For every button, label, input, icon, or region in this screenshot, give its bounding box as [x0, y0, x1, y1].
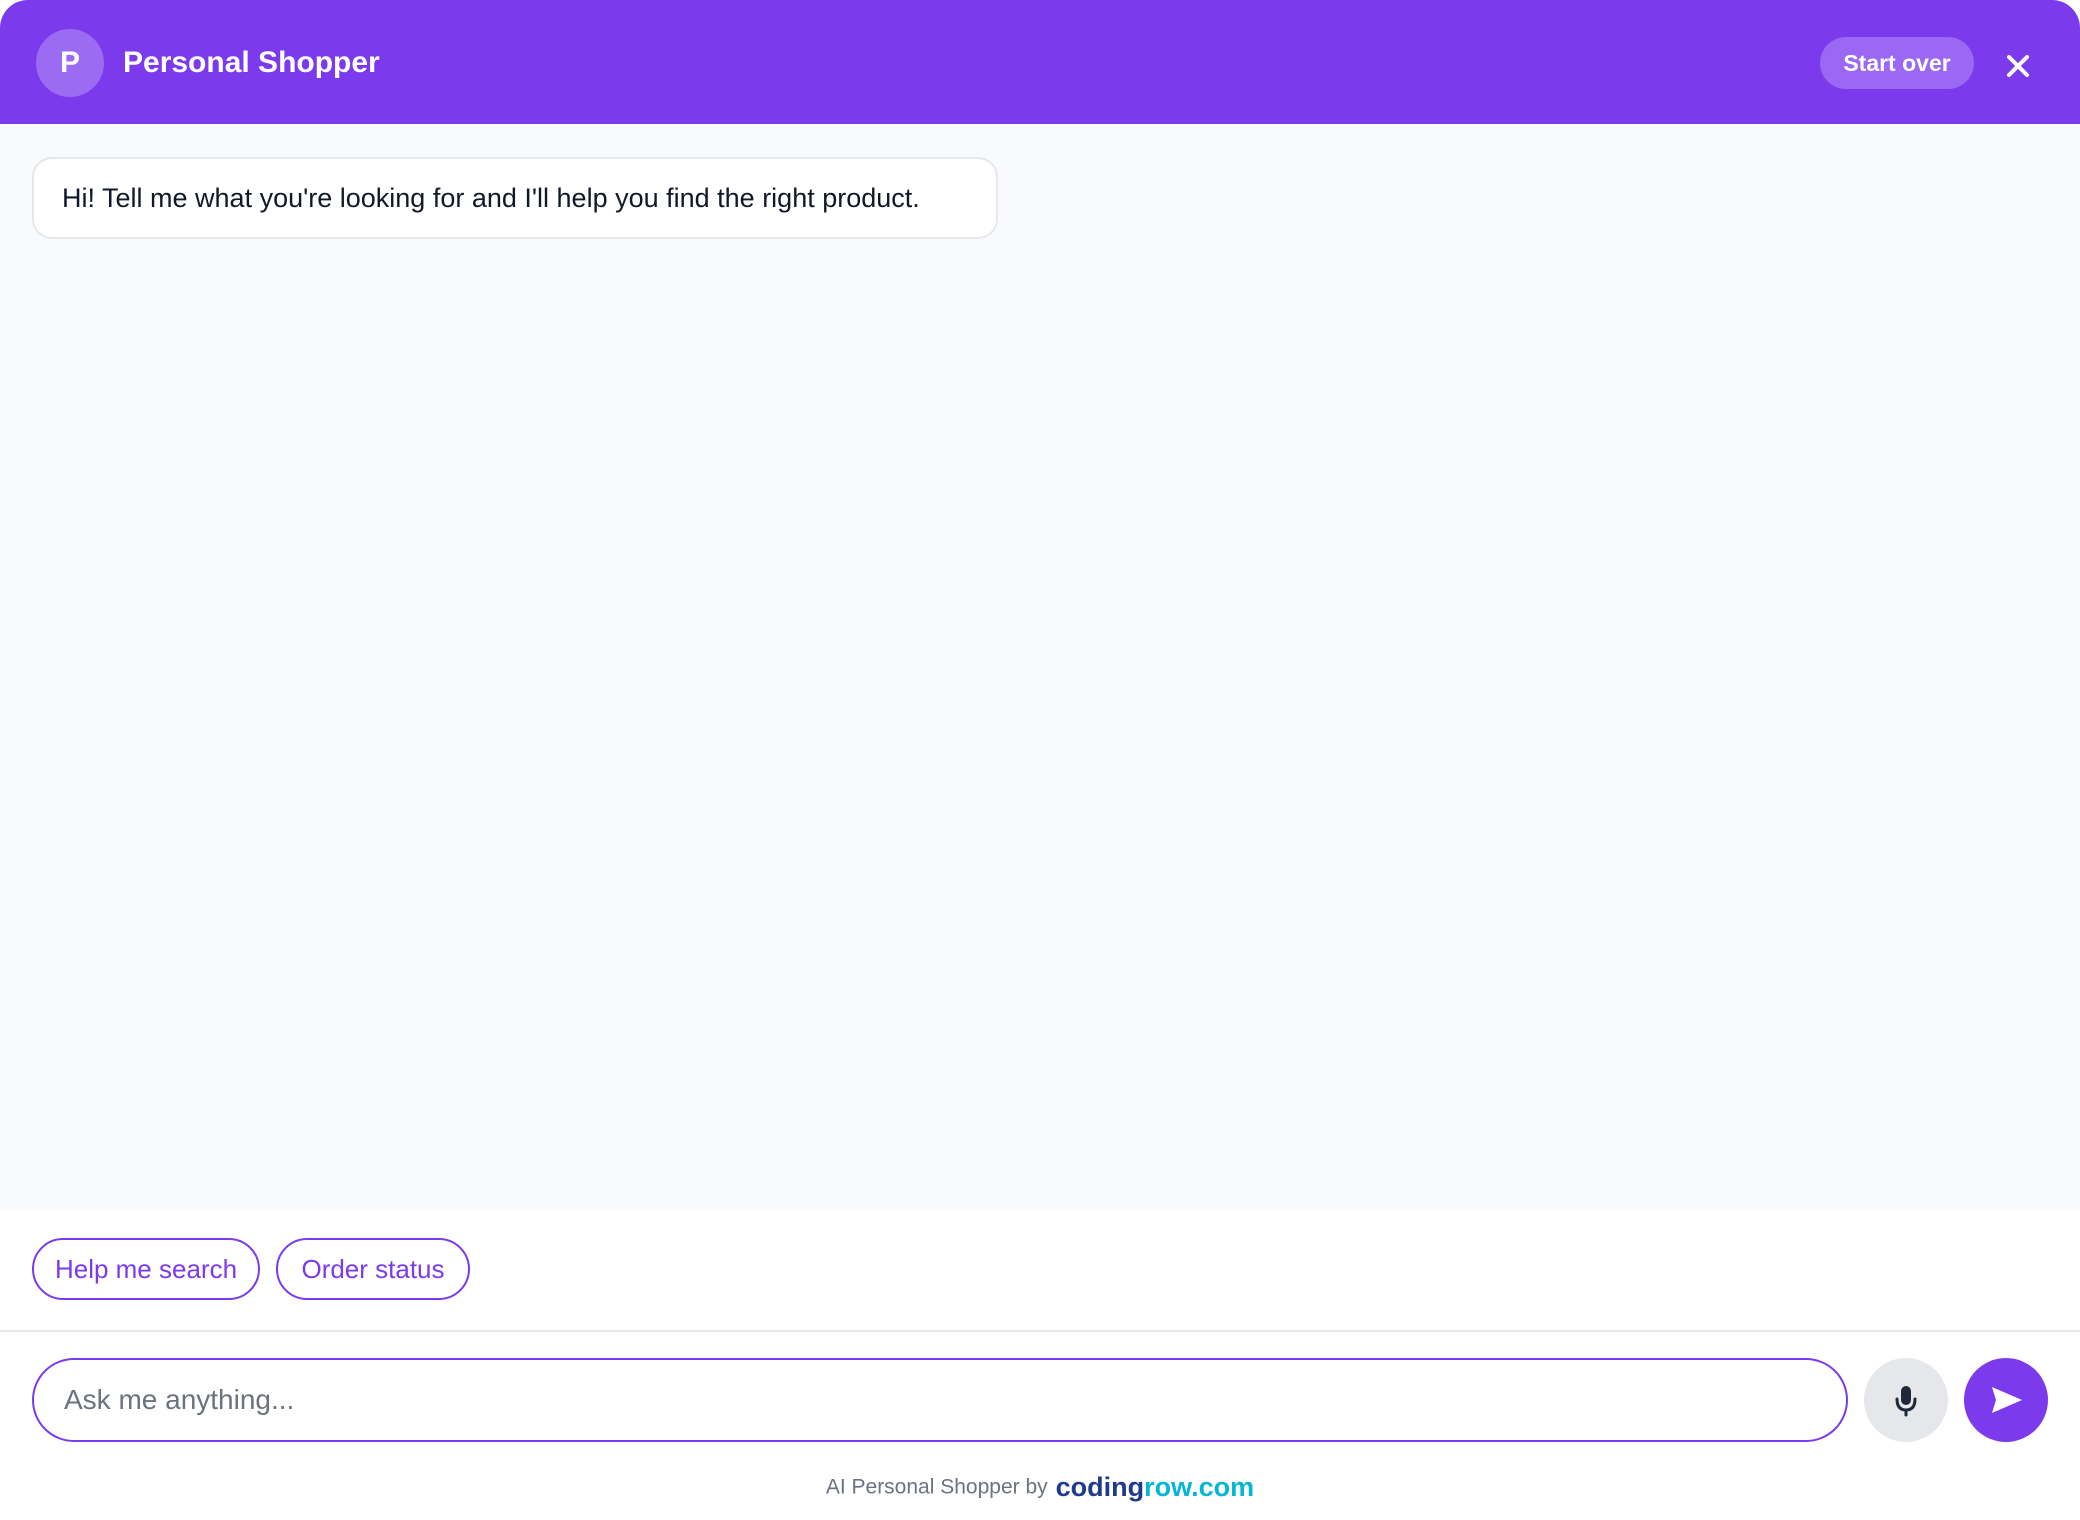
send-button[interactable] [1964, 1358, 2048, 1442]
quick-reply-order-status[interactable]: Order status [276, 1238, 470, 1300]
close-icon [2007, 55, 2029, 77]
message-input[interactable] [32, 1358, 1848, 1442]
quick-reply-help-me-search[interactable]: Help me search [32, 1238, 260, 1300]
footer: AI Personal Shopper by codingrow.com [0, 1472, 2080, 1503]
chat-header: P Personal Shopper Start over [0, 0, 2080, 124]
send-icon [1992, 1387, 2022, 1413]
composer: AI Personal Shopper by codingrow.com [0, 1332, 2080, 1520]
brand-logo-part2: row.com [1144, 1472, 1255, 1502]
start-over-button[interactable]: Start over [1820, 37, 1974, 89]
microphone-icon [1895, 1386, 1917, 1417]
microphone-button[interactable] [1864, 1358, 1948, 1442]
assistant-message: Hi! Tell me what you're looking for and … [32, 157, 998, 239]
brand-logo[interactable]: codingrow.com [1056, 1472, 1255, 1502]
chat-window: P Personal Shopper Start over Hi! Tell m… [0, 0, 2080, 1520]
chat-title: Personal Shopper [123, 46, 380, 79]
message-list: Hi! Tell me what you're looking for and … [0, 124, 2080, 1210]
avatar: P [36, 29, 104, 97]
footer-text: AI Personal Shopper by [825, 1475, 1048, 1499]
quick-replies: Help me search Order status [0, 1210, 2080, 1332]
close-button[interactable] [2000, 48, 2036, 84]
brand-logo-part1: coding [1055, 1472, 1145, 1502]
